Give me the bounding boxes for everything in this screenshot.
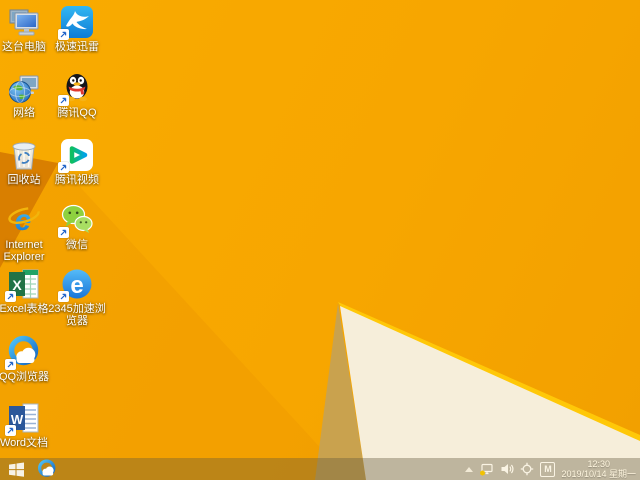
icon-label: 极速迅雷 xyxy=(55,41,99,53)
taskbar-pinned-qq-browser[interactable] xyxy=(32,458,62,480)
desktop-icon-wechat[interactable]: 微信 xyxy=(48,203,106,251)
desktop-icon-qq-browser[interactable]: QQ浏览器 xyxy=(0,335,53,383)
taskbar-clock[interactable]: 12:30 2019/10/14 星期一 xyxy=(561,459,636,479)
qq-penguin-icon xyxy=(58,71,94,106)
icon-label: 腾讯视频 xyxy=(55,174,99,186)
icon-label: Excel表格 xyxy=(0,303,49,315)
shortcut-arrow-icon xyxy=(5,425,16,436)
desktop-icon-browser-2345[interactable]: e 2345加速浏 览器 xyxy=(48,267,106,327)
taskbar: M 12:30 2019/10/14 星期一 xyxy=(0,458,640,480)
browser-2345-icon: e xyxy=(58,267,94,302)
icon-label: 腾讯QQ xyxy=(57,107,97,119)
shortcut-arrow-icon xyxy=(58,95,69,106)
desktop: 这台电脑 极速迅雷 网络 腾讯QQ 回收站 腾讯视频 e Internet Ex… xyxy=(0,0,640,480)
desktop-icon-word[interactable]: W Word文档 xyxy=(0,401,53,449)
desktop-icon-recycle-bin[interactable]: 回收站 xyxy=(0,138,53,186)
desktop-icon-this-pc[interactable]: 这台电脑 xyxy=(0,5,53,53)
shortcut-arrow-icon xyxy=(58,227,69,238)
clock-date: 2019/10/14 星期一 xyxy=(561,469,636,479)
ime-language-indicator[interactable]: M xyxy=(540,461,556,477)
desktop-icon-tencent-video[interactable]: 腾讯视频 xyxy=(48,138,106,186)
icon-label: 回收站 xyxy=(7,174,41,186)
network-status-icon[interactable] xyxy=(479,462,494,477)
qq-browser-cloud-icon xyxy=(5,335,41,370)
tray-utility-target-icon[interactable] xyxy=(520,462,534,476)
desktop-icon-xunlei[interactable]: 极速迅雷 xyxy=(48,5,106,53)
icon-label: 微信 xyxy=(66,239,88,251)
this-pc-icon xyxy=(7,5,41,39)
shortcut-arrow-icon xyxy=(58,291,69,302)
xunlei-bird-icon xyxy=(58,5,94,40)
tencent-video-play-icon xyxy=(58,138,94,173)
icon-label: QQ浏览器 xyxy=(0,371,50,383)
recycle-bin-icon xyxy=(7,138,41,172)
desktop-icon-tencent-qq[interactable]: 腾讯QQ xyxy=(48,71,106,119)
shortcut-arrow-icon xyxy=(58,29,69,40)
icon-label: Word文档 xyxy=(0,437,49,449)
wechat-bubbles-icon xyxy=(58,203,94,238)
icon-label: Internet xyxy=(5,239,43,251)
shortcut-arrow-icon xyxy=(5,359,16,370)
desktop-icon-excel[interactable]: X Excel表格 xyxy=(0,267,53,315)
system-tray: M 12:30 2019/10/14 星期一 xyxy=(465,459,640,479)
start-button[interactable] xyxy=(0,458,32,480)
windows-logo-icon xyxy=(8,462,24,477)
icon-label: 网络 xyxy=(13,107,35,119)
icon-label: 这台电脑 xyxy=(2,41,46,53)
volume-icon[interactable] xyxy=(500,462,514,476)
desktop-icon-network[interactable]: 网络 xyxy=(0,71,53,119)
word-icon: W xyxy=(5,401,41,436)
svg-text:e: e xyxy=(70,272,83,299)
shortcut-arrow-icon xyxy=(5,291,16,302)
icon-label: 2345加速浏 xyxy=(48,303,106,315)
qq-browser-cloud-icon xyxy=(38,459,56,477)
chevron-up-icon xyxy=(465,466,474,472)
excel-icon: X xyxy=(5,267,41,302)
show-hidden-icons-button[interactable] xyxy=(465,466,474,472)
icon-label-line2: 览器 xyxy=(66,315,88,327)
shortcut-arrow-icon xyxy=(58,162,69,173)
network-globe-icon xyxy=(7,71,41,105)
icon-label-line2: Explorer xyxy=(3,251,45,263)
desktop-icon-internet-explorer[interactable]: e Internet Explorer xyxy=(0,203,53,263)
internet-explorer-icon: e xyxy=(7,203,41,237)
clock-time: 12:30 xyxy=(587,459,610,469)
